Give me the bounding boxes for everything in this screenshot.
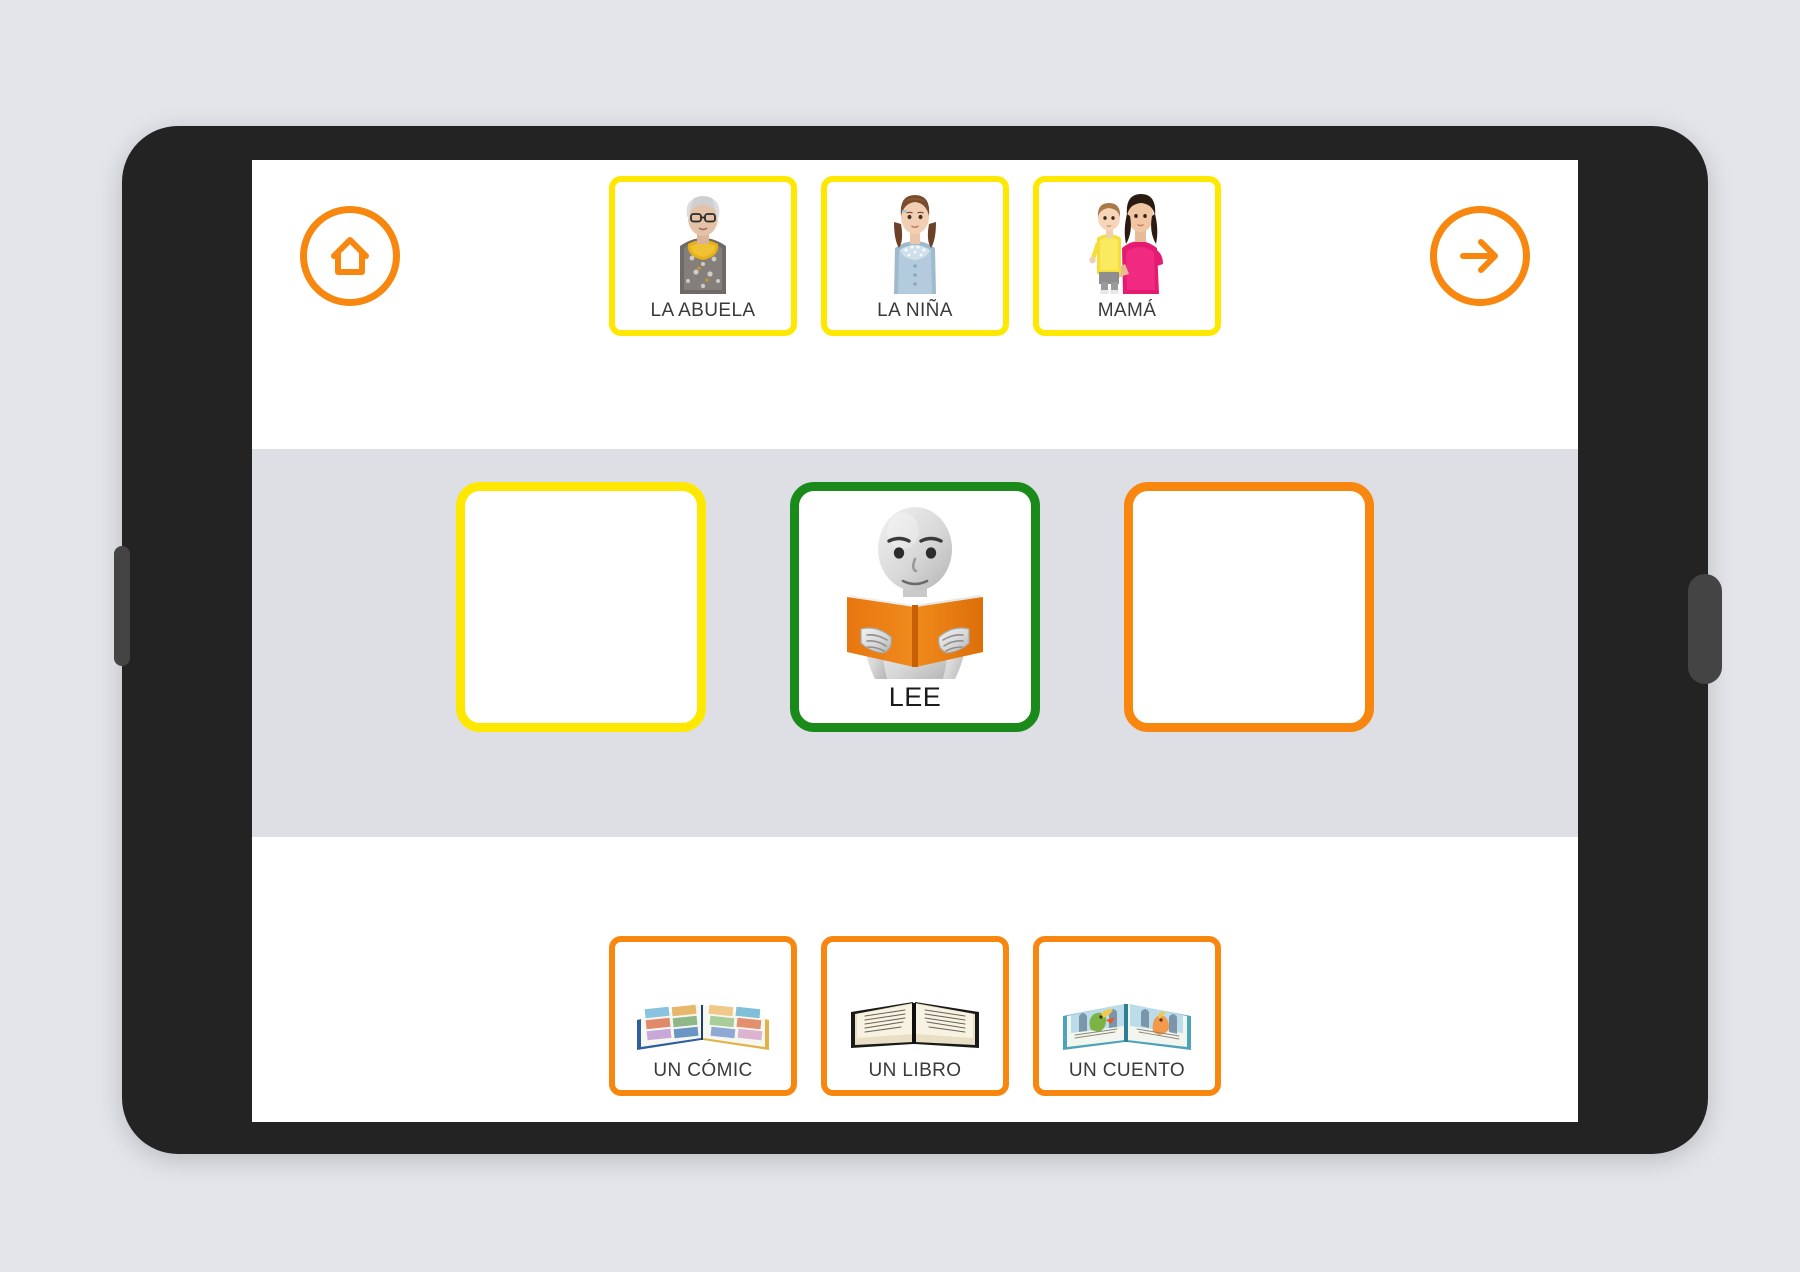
subject-row: LA ABUELA LA NIÑA MAMÁ	[252, 160, 1578, 449]
tablet-power-button[interactable]	[1688, 574, 1722, 684]
subject-card-girl[interactable]: LA NIÑA	[821, 176, 1009, 336]
subject-card-mother[interactable]: MAMÁ	[1033, 176, 1221, 336]
subject-card-label: LA NIÑA	[877, 300, 953, 321]
tablet-volume-button[interactable]	[114, 546, 130, 666]
object-card-story[interactable]: UN CUENTO	[1033, 936, 1221, 1096]
object-card-label: UN LIBRO	[868, 1060, 962, 1081]
open-text-book-photo	[831, 948, 999, 1054]
verb-slot[interactable]: LEE	[790, 482, 1040, 732]
object-card-strip: UN CÓMIC UN LIBRO UN CUENTO	[252, 936, 1578, 1096]
verb-slot-label: LEE	[888, 682, 942, 712]
person-reading-book-pictogram	[803, 495, 1027, 680]
tablet-screen: LA ABUELA LA NIÑA MAMÁ LEE UN CÓMIC UN L…	[252, 160, 1578, 1122]
subject-card-grandmother[interactable]: LA ABUELA	[609, 176, 797, 336]
subject-card-label: LA ABUELA	[650, 300, 756, 321]
subject-card-strip: LA ABUELA LA NIÑA MAMÁ	[252, 176, 1578, 336]
object-card-book[interactable]: UN LIBRO	[821, 936, 1009, 1096]
subject-slot[interactable]	[456, 482, 706, 732]
object-row: UN CÓMIC UN LIBRO UN CUENTO	[252, 837, 1578, 1122]
object-card-label: UN CUENTO	[1068, 1060, 1186, 1081]
tablet-device: LA ABUELA LA NIÑA MAMÁ LEE UN CÓMIC UN L…	[114, 126, 1722, 1154]
sentence-strip: LEE	[252, 449, 1578, 837]
object-card-comic[interactable]: UN CÓMIC	[609, 936, 797, 1096]
open-comic-book-photo	[619, 948, 787, 1054]
screenshot-root: LA ABUELA LA NIÑA MAMÁ LEE UN CÓMIC UN L…	[0, 0, 1800, 1272]
grandmother-photo	[619, 188, 787, 294]
girl-photo	[831, 188, 999, 294]
mother-with-baby-photo	[1043, 188, 1211, 294]
sentence-slots: LEE	[252, 482, 1578, 732]
open-illustrated-storybook-photo	[1043, 948, 1211, 1054]
object-slot[interactable]	[1124, 482, 1374, 732]
subject-card-label: MAMÁ	[1097, 300, 1157, 321]
object-card-label: UN CÓMIC	[653, 1060, 753, 1081]
